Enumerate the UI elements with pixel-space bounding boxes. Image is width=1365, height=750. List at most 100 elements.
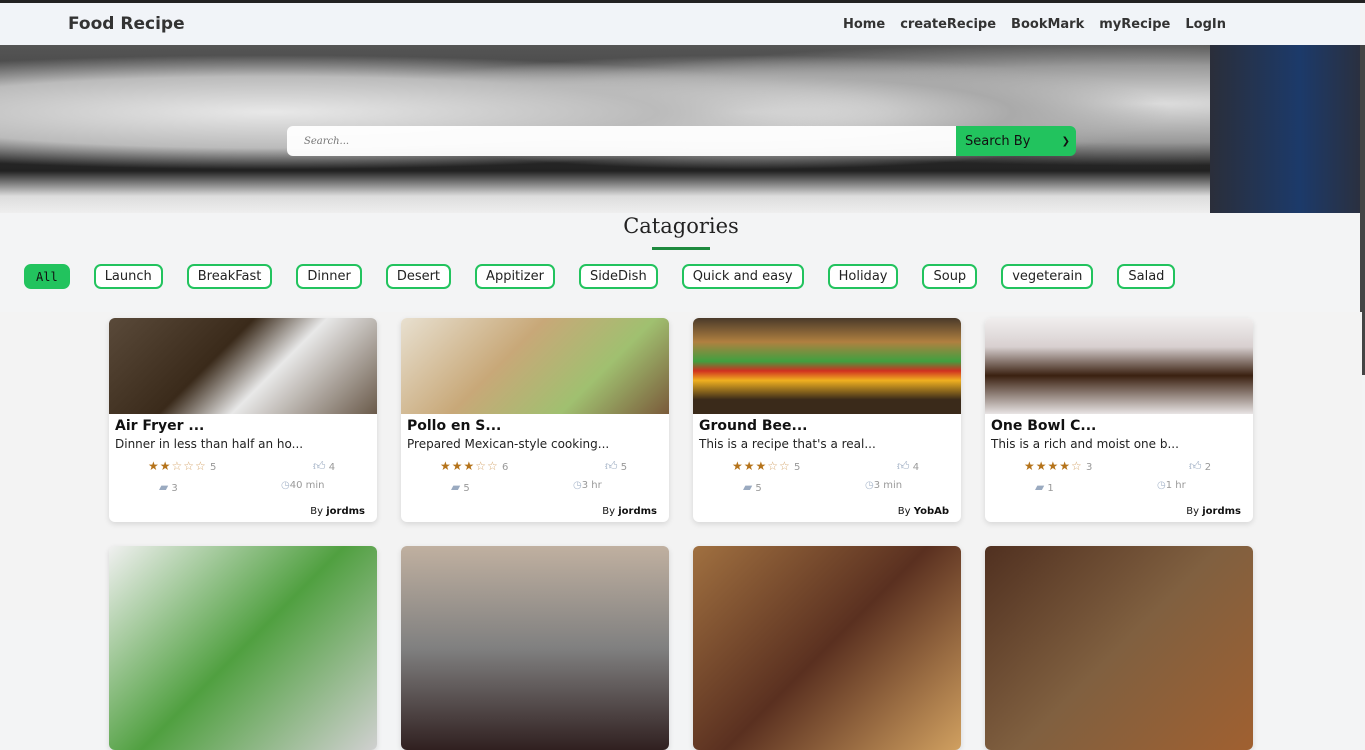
cook-time: ◷40 min [281, 480, 325, 491]
recipe-card[interactable]: Air Fryer ... Dinner in less than half a… [109, 318, 377, 522]
recipe-image[interactable] [109, 318, 377, 414]
search-bar: Search By ❯ [287, 126, 1076, 156]
comments-count: 5 [463, 483, 470, 494]
rating[interactable]: ★★★★☆ 3 [1024, 459, 1092, 473]
recipe-description: This is a rich and moist one b... [991, 437, 1179, 451]
recipe-card[interactable]: Ground Bee... This is a recipe that's a … [693, 318, 961, 522]
category-chip-appitizer[interactable]: Appitizer [475, 264, 555, 289]
comments[interactable]: ▰ 3 [159, 480, 178, 494]
author-name[interactable]: jordms [618, 506, 657, 517]
category-chip-dinner[interactable]: Dinner [296, 264, 362, 289]
category-chip-vegeterain[interactable]: vegeterain [1001, 264, 1094, 289]
recipe-card[interactable] [693, 546, 961, 750]
category-filter: All Launch BreakFast Dinner Desert Appitizer S… [24, 264, 1199, 289]
category-chip-soup[interactable]: Soup [922, 264, 978, 289]
category-chip-desert[interactable]: Desert [385, 264, 452, 289]
cook-time: ◷3 hr [573, 480, 602, 491]
recipe-image[interactable] [693, 318, 961, 414]
author-name[interactable]: YobAb [914, 506, 949, 517]
comment-icon: ▰ [159, 480, 169, 494]
nav-bookmark[interactable]: BookMark [1011, 17, 1084, 32]
author: By YobAb [898, 506, 949, 517]
recipe-description: Dinner in less than half an ho... [115, 437, 304, 451]
recipe-image[interactable] [401, 318, 669, 414]
title-underline [652, 247, 710, 250]
nav-links: Home createRecipe BookMark myRecipe LogI… [843, 17, 1226, 32]
recipe-title[interactable]: Pollo en S... [407, 418, 663, 434]
rating[interactable]: ★★★☆☆ 6 [440, 459, 508, 473]
nav-home[interactable]: Home [843, 17, 885, 32]
likes-count: 4 [328, 462, 336, 473]
recipe-image[interactable] [985, 318, 1253, 414]
star-rating-icon: ★★★★☆ [1024, 459, 1083, 473]
rating[interactable]: ★★★☆☆ 5 [732, 459, 800, 473]
clock-icon: ◷ [573, 480, 582, 491]
ratings-count: 6 [502, 462, 509, 473]
nav-my-recipe[interactable]: myRecipe [1099, 17, 1170, 32]
thumbs-up-icon: 👍︎ [605, 459, 618, 473]
comment-icon: ▰ [1035, 480, 1045, 494]
ratings-count: 5 [210, 462, 217, 473]
clock-icon: ◷ [281, 480, 290, 491]
cook-time-value: 1 hr [1165, 480, 1186, 491]
category-chip-all[interactable]: All [24, 264, 70, 289]
ratings-count: 3 [1085, 462, 1093, 473]
category-chip-salad[interactable]: Salad [1117, 264, 1176, 289]
comments[interactable]: ▰ 5 [451, 480, 470, 494]
likes[interactable]: 👍︎ 4 [313, 459, 335, 474]
cook-time-value: 3 min [873, 480, 903, 491]
cook-time-value: 3 hr [581, 480, 602, 491]
likes-count: 2 [1204, 462, 1212, 473]
category-chip-launch[interactable]: Launch [93, 264, 163, 289]
author-name[interactable]: jordms [1202, 506, 1241, 517]
clock-icon: ◷ [865, 480, 874, 491]
comments[interactable]: ▰ 5 [743, 480, 762, 494]
comment-icon: ▰ [743, 480, 753, 494]
search-by-select[interactable]: Search By ❯ [956, 126, 1076, 156]
recipe-description: Prepared Mexican-style cooking... [407, 437, 610, 451]
nav-create-recipe[interactable]: createRecipe [900, 17, 996, 32]
search-input[interactable] [287, 126, 956, 156]
recipe-title[interactable]: One Bowl C... [991, 418, 1247, 434]
author: By jordms [310, 506, 365, 517]
author-name[interactable]: jordms [326, 506, 365, 517]
by-label: By [602, 506, 616, 517]
thumbs-up-icon: 👍︎ [313, 459, 326, 473]
recipe-card[interactable]: One Bowl C... This is a rich and moist o… [985, 318, 1253, 522]
star-rating-icon: ★★☆☆☆ [148, 459, 207, 473]
by-label: By [310, 506, 324, 517]
star-rating-icon: ★★★☆☆ [732, 459, 791, 473]
rating[interactable]: ★★☆☆☆ 5 [148, 459, 216, 473]
cook-time-value: 40 min [289, 480, 325, 491]
comments-count: 1 [1047, 483, 1054, 494]
brand-logo[interactable]: Food Recipe [68, 14, 185, 34]
recipe-title[interactable]: Air Fryer ... [115, 418, 371, 434]
nav-login[interactable]: LogIn [1185, 17, 1226, 32]
likes[interactable]: 👍︎ 2 [1189, 459, 1211, 474]
author: By jordms [1186, 506, 1241, 517]
likes-count: 4 [912, 462, 920, 473]
recipe-title[interactable]: Ground Bee... [699, 418, 955, 434]
recipe-card[interactable]: Pollo en S... Prepared Mexican-style coo… [401, 318, 669, 522]
cook-time: ◷1 hr [1157, 480, 1186, 491]
comments[interactable]: ▰ 1 [1035, 480, 1054, 494]
likes[interactable]: 👍︎ 5 [605, 459, 627, 474]
likes-count: 5 [620, 462, 628, 473]
category-chip-sidedish[interactable]: SideDish [578, 264, 658, 289]
recipe-card[interactable] [109, 546, 377, 750]
clock-icon: ◷ [1157, 480, 1166, 491]
recipe-card[interactable] [985, 546, 1253, 750]
cook-time: ◷3 min [865, 480, 902, 491]
thumbs-up-icon: 👍︎ [897, 459, 910, 473]
likes[interactable]: 👍︎ 4 [897, 459, 919, 474]
category-chip-holiday[interactable]: Holiday [827, 264, 899, 289]
search-by-label: Search By [965, 133, 1031, 149]
comment-icon: ▰ [451, 480, 461, 494]
recipe-description: This is a recipe that's a real... [699, 437, 876, 451]
by-label: By [897, 506, 911, 517]
recipe-card[interactable] [401, 546, 669, 750]
chevron-down-icon: ❯ [1061, 135, 1070, 147]
author: By jordms [602, 506, 657, 517]
category-chip-quick-and-easy[interactable]: Quick and easy [681, 264, 804, 289]
category-chip-breakfast[interactable]: BreakFast [186, 264, 273, 289]
